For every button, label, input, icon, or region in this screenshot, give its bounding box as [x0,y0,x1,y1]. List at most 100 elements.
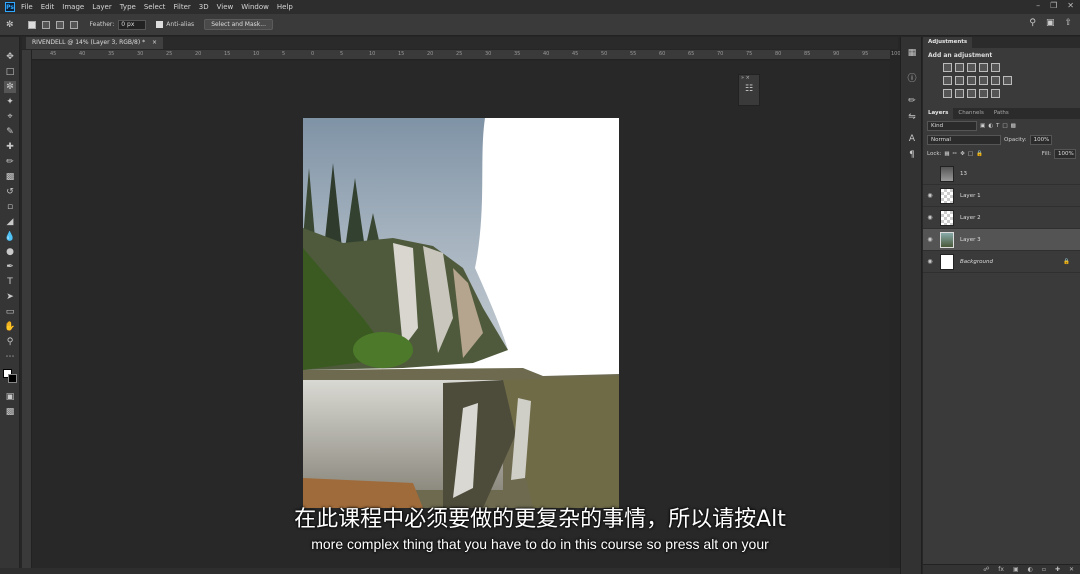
character-icon[interactable]: A [906,133,918,145]
quick-mask-icon[interactable]: ▣ [4,391,16,403]
layer-row[interactable]: ◉ Layer 2 [923,207,1080,229]
menu-help[interactable]: Help [277,3,293,11]
vibrance-icon[interactable] [991,63,1000,72]
document-image[interactable] [303,118,619,508]
paragraph-icon[interactable]: ¶ [906,149,918,161]
tab-layers[interactable]: Layers [923,108,954,119]
close-icon[interactable]: ✕ [1067,1,1074,10]
fill-input[interactable]: 100% [1054,149,1076,159]
feather-input[interactable]: 0 px [118,19,147,30]
gradient-map-icon[interactable] [979,89,988,98]
hand-tool-icon[interactable]: ✋ [4,321,16,333]
eyedropper-tool-icon[interactable]: ✎ [4,126,16,138]
info-icon[interactable]: ⓘ [906,71,918,84]
lock-paint-icon[interactable]: ✏ [953,151,958,157]
history-icon[interactable]: ▦ [906,47,918,59]
brightness-contrast-icon[interactable] [943,63,952,72]
opacity-input[interactable]: 100% [1029,135,1052,145]
menu-layer[interactable]: Layer [92,3,112,11]
new-adjustment-icon[interactable]: ◐ [1028,566,1033,573]
pen-tool-icon[interactable]: ✒ [4,261,16,273]
exposure-icon[interactable] [979,63,988,72]
background-color-swatch[interactable] [8,374,17,383]
properties-icon[interactable]: ☷ [739,84,759,94]
hue-saturation-icon[interactable] [943,76,952,85]
layer-name[interactable]: Layer 2 [960,215,981,221]
panel-collapse-icon[interactable]: » × [739,75,759,81]
filter-type-icon[interactable]: T [996,123,999,129]
screen-mode-icon[interactable]: ▩ [4,406,16,418]
curves-icon[interactable] [967,63,976,72]
add-selection-icon[interactable] [41,20,50,29]
brush-tool-icon[interactable]: ✏ [4,156,16,168]
rectangle-tool-icon[interactable]: ▭ [4,306,16,318]
layer-name[interactable]: Layer 1 [960,193,981,199]
eraser-tool-icon[interactable]: ▫ [4,201,16,213]
blur-tool-icon[interactable]: 💧 [4,231,16,243]
menu-3d[interactable]: 3D [199,3,209,11]
blend-mode-select[interactable]: Normal [927,135,1001,145]
antialias-checkbox[interactable] [156,21,164,28]
new-group-icon[interactable]: ▫ [1042,566,1046,573]
share-icon[interactable]: ⇧ [1064,18,1072,28]
brush-settings-icon[interactable]: ✏ [906,95,918,107]
levels-icon[interactable] [955,63,964,72]
gradient-tool-icon[interactable]: ◢ [4,216,16,228]
restore-icon[interactable]: ❐ [1050,1,1057,10]
zoom-tool-icon[interactable]: ⚲ [4,336,16,348]
quick-selection-tool-icon[interactable]: ✦ [4,96,16,108]
filter-pixel-icon[interactable]: ▣ [980,123,985,129]
filter-smart-object-icon[interactable]: ▩ [1011,123,1016,129]
fx-icon[interactable]: fx [998,566,1004,573]
filter-shape-icon[interactable]: □ [1002,123,1007,129]
document-tab[interactable]: RIVENDELL @ 14% (Layer 3, RGB/8) * × [26,37,164,49]
invert-icon[interactable] [943,89,952,98]
add-mask-icon[interactable]: ▣ [1013,566,1019,573]
history-brush-tool-icon[interactable]: ↺ [4,186,16,198]
menu-file[interactable]: File [21,3,33,11]
layer-name[interactable]: Background [960,259,993,265]
tab-paths[interactable]: Paths [989,108,1014,119]
eye-icon[interactable]: ◉ [923,258,937,265]
filter-adjustment-icon[interactable]: ◐ [988,123,993,129]
menu-filter[interactable]: Filter [173,3,190,11]
subtract-selection-icon[interactable] [55,20,64,29]
menu-view[interactable]: View [217,3,234,11]
layer-row-selected[interactable]: ◉ Layer 3 [923,229,1080,251]
dodge-tool-icon[interactable]: ● [4,246,16,258]
lock-artboard-icon[interactable]: □ [968,151,973,157]
eye-icon[interactable]: ◉ [923,192,937,199]
menu-edit[interactable]: Edit [41,3,55,11]
move-tool-icon[interactable]: ✥ [4,51,16,63]
crop-tool-icon[interactable]: ⌖ [4,111,16,123]
selective-color-icon[interactable] [991,89,1000,98]
lasso-tool-icon[interactable]: ✼ [4,81,16,93]
layer-name[interactable]: 13 [960,171,967,177]
layer-filter-select[interactable]: Kind [927,121,977,131]
channel-mixer-icon[interactable] [991,76,1000,85]
layer-name[interactable]: Layer 3 [960,237,981,243]
link-layers-icon[interactable]: ☍ [983,566,989,573]
intersect-selection-icon[interactable] [69,20,78,29]
tab-channels[interactable]: Channels [953,108,988,119]
photo-filter-icon[interactable] [979,76,988,85]
layer-row[interactable]: ◉ Background 🔒 [923,251,1080,273]
layer-row[interactable]: 13 [923,163,1080,185]
menu-image[interactable]: Image [62,3,84,11]
color-balance-icon[interactable] [955,76,964,85]
marquee-tool-icon[interactable]: □ [4,66,16,78]
type-tool-icon[interactable]: T [4,276,16,288]
eye-icon[interactable]: ◉ [923,214,937,221]
close-tab-icon[interactable]: × [152,39,157,46]
adjust-sliders-icon[interactable]: ⇋ [906,111,918,123]
tab-adjustments[interactable]: Adjustments [923,37,973,48]
workspace-icon[interactable]: ▣ [1046,18,1055,28]
more-tools-icon[interactable]: ⋯ [4,351,16,363]
menu-window[interactable]: Window [241,3,269,11]
posterize-icon[interactable] [955,89,964,98]
clone-stamp-tool-icon[interactable]: ▩ [4,171,16,183]
new-selection-icon[interactable] [27,20,36,29]
healing-brush-tool-icon[interactable]: ✚ [4,141,16,153]
threshold-icon[interactable] [967,89,976,98]
layer-row[interactable]: ◉ Layer 1 [923,185,1080,207]
